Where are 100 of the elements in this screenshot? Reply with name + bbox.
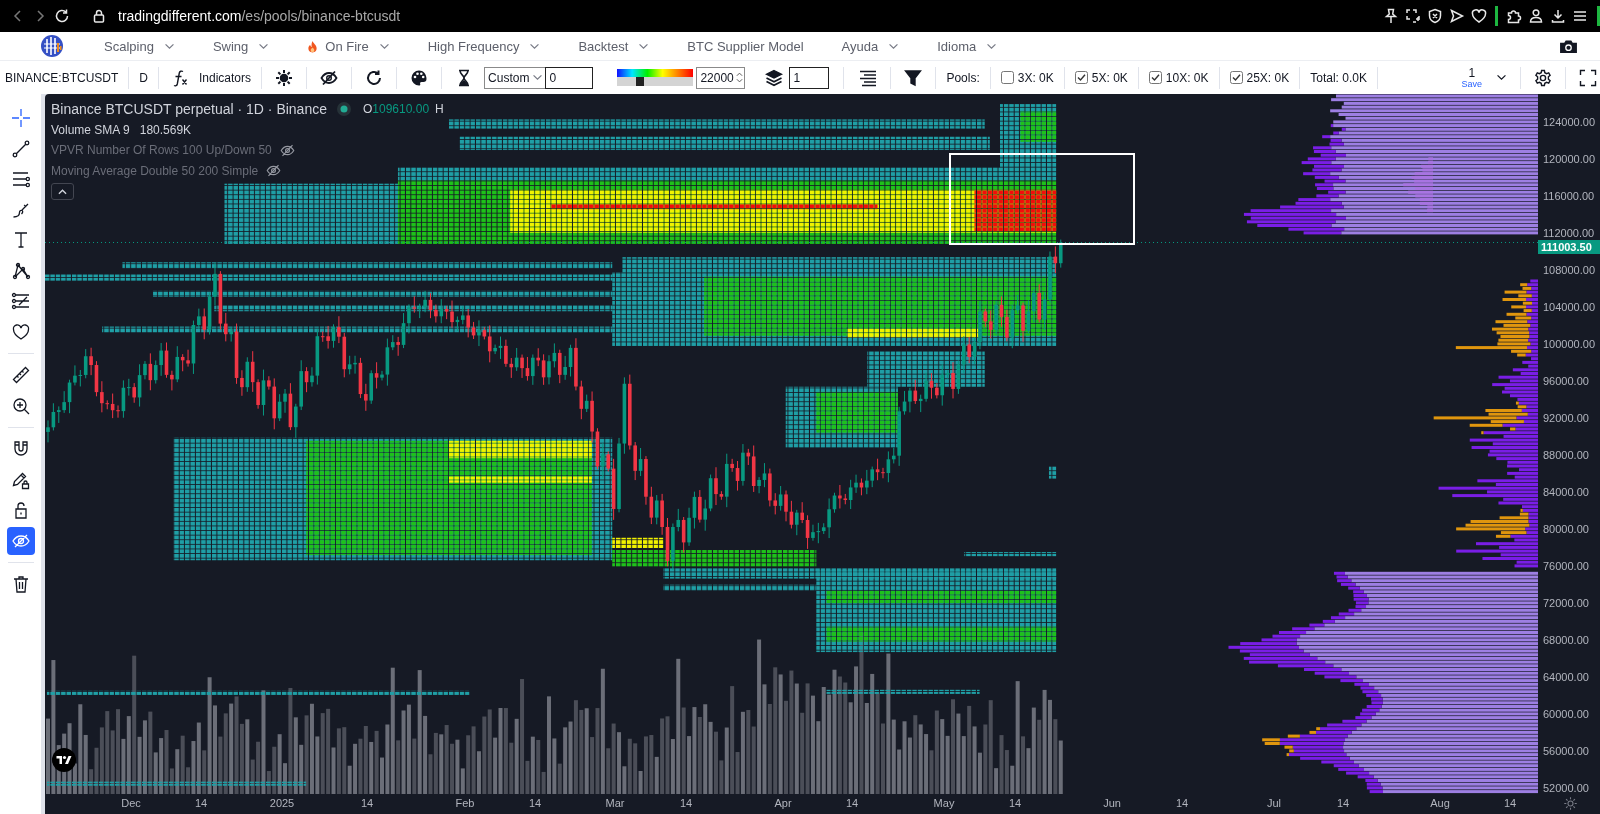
chevron-up-icon — [58, 188, 67, 195]
download-icon[interactable] — [1550, 8, 1566, 24]
send-icon[interactable] — [1449, 8, 1465, 24]
collapse-button[interactable] — [51, 183, 74, 200]
pin-icon[interactable] — [1383, 8, 1399, 24]
crosshair-icon[interactable] — [10, 108, 31, 128]
eye-slash-icon[interactable] — [320, 68, 339, 87]
zoom-in-icon[interactable] — [10, 395, 31, 416]
trend-line-icon[interactable] — [10, 138, 31, 159]
time-label: May — [933, 797, 955, 809]
time-label: 14 — [679, 797, 693, 809]
price-label: 108000.00 — [1543, 264, 1595, 277]
logo-icon[interactable] — [52, 748, 76, 772]
nav-menu-item[interactable]: Swing — [212, 38, 270, 54]
eye-slash-icon[interactable] — [266, 163, 282, 179]
time-label: Jul — [1266, 797, 1282, 809]
url-text[interactable]: tradingdifferent.com/es/pools/binance-btcusdt — [118, 8, 401, 24]
screenshot-icon[interactable] — [1405, 8, 1421, 24]
range-select[interactable]: Custom — [484, 66, 546, 89]
study-name: Volume SMA 9 — [51, 122, 130, 137]
sun-icon[interactable] — [275, 68, 294, 87]
camera-icon[interactable] — [1559, 38, 1578, 54]
time-label: Dec — [121, 797, 141, 809]
price-label: 100000.00 — [1543, 338, 1595, 351]
shield-icon[interactable] — [1427, 8, 1443, 24]
time-label: 2025 — [269, 797, 295, 809]
layers-field[interactable]: 1 — [789, 66, 830, 89]
price-label: 84000.00 — [1543, 486, 1589, 498]
nav-menu-item[interactable]: On Fire — [307, 38, 390, 54]
time-label: 14 — [194, 797, 208, 809]
time-label: 14 — [845, 797, 859, 809]
spinner-icon[interactable] — [736, 71, 744, 84]
nav-menu-item[interactable]: BTC Supplier Model — [687, 38, 804, 54]
time-label: 14 — [1008, 797, 1022, 809]
checkbox[interactable] — [1074, 71, 1088, 84]
ohlc-value: 109610.00 — [372, 102, 430, 117]
nav-menu-item[interactable]: Scalping — [104, 38, 175, 54]
price-label: 60000.00 — [1543, 707, 1589, 720]
pool-label[interactable]: 3X: 0K — [1017, 70, 1054, 85]
price-label: 68000.00 — [1543, 633, 1589, 646]
filter-icon[interactable] — [904, 68, 923, 87]
range-value-field[interactable]: 0 — [545, 66, 594, 89]
indicator-bar — [1597, 6, 1600, 26]
price-label: 76000.00 — [1543, 559, 1589, 572]
pattern-icon[interactable] — [10, 260, 31, 281]
lock-icon[interactable] — [91, 8, 107, 24]
nav-menu-item[interactable]: Backtest — [578, 38, 650, 54]
heatmap-band — [1049, 466, 1057, 479]
projection-icon[interactable] — [10, 291, 31, 311]
chart-title: Binance BTCUSDT perpetual · 1D · Binance — [51, 101, 327, 118]
checkbox[interactable] — [1229, 71, 1243, 84]
time-label: Feb — [455, 797, 475, 809]
color-scale-track[interactable] — [617, 77, 694, 86]
pool-label[interactable]: 10X: 0K — [1165, 70, 1209, 85]
price-label: 116000.00 — [1543, 190, 1595, 203]
indicator-bar — [1495, 6, 1498, 26]
reload-icon[interactable] — [54, 8, 70, 24]
function-icon — [172, 68, 190, 87]
time-label: 14 — [1336, 797, 1350, 809]
time-label: Apr — [774, 797, 792, 809]
indicators-button[interactable]: Indicators — [169, 68, 252, 87]
time-label: 14 — [528, 797, 542, 809]
checkbox[interactable] — [1148, 71, 1162, 84]
heart-icon[interactable] — [1471, 8, 1487, 24]
align-right-icon[interactable] — [859, 68, 878, 87]
price-label: 112000.00 — [1543, 227, 1595, 240]
time-label: Aug — [1430, 797, 1450, 809]
interval-label[interactable]: D — [139, 70, 148, 85]
threshold-field[interactable]: 22000 — [696, 66, 746, 89]
rectangle-annotation[interactable] — [949, 153, 1135, 245]
nav-menu-item[interactable]: Ayuda — [841, 38, 900, 54]
heatmap-band — [612, 537, 664, 548]
checkbox[interactable] — [1000, 71, 1014, 84]
time-label: 14 — [1503, 797, 1517, 809]
time-label: Jun — [1103, 797, 1121, 809]
pool-label[interactable]: 5X: 0K — [1091, 70, 1128, 85]
slider-thumb[interactable] — [636, 77, 645, 86]
nav-menu-item[interactable]: High Frequency — [427, 38, 541, 54]
price-label: 92000.00 — [1543, 412, 1589, 425]
symbol-label[interactable]: BINANCE:BTCUSDT — [5, 70, 119, 85]
puzzle-icon[interactable] — [1506, 8, 1522, 24]
menu-icon[interactable] — [1572, 8, 1588, 24]
price-label: 72000.00 — [1543, 596, 1589, 609]
heart-icon[interactable] — [10, 321, 31, 342]
horizontal-lines-icon[interactable] — [10, 169, 31, 189]
ruler-icon[interactable] — [10, 365, 31, 385]
layers-icon[interactable] — [765, 68, 784, 87]
settings-icon[interactable] — [1534, 68, 1552, 87]
nav-menu-item[interactable]: Idioma — [937, 38, 998, 54]
profile-icon[interactable] — [1528, 8, 1544, 24]
pools-label: Pools: — [946, 70, 980, 85]
palette-icon[interactable] — [410, 68, 429, 87]
logo-icon[interactable] — [40, 34, 64, 58]
eye-slash-icon[interactable] — [279, 142, 295, 158]
ohlc-label: O — [363, 102, 373, 117]
fullscreen-icon[interactable] — [1579, 68, 1597, 87]
save-layout-button[interactable]: 1 Save — [1461, 66, 1482, 89]
refresh-icon[interactable] — [365, 68, 384, 87]
pool-label[interactable]: 25X: 0K — [1246, 70, 1290, 85]
caret-icon[interactable] — [1496, 74, 1507, 81]
